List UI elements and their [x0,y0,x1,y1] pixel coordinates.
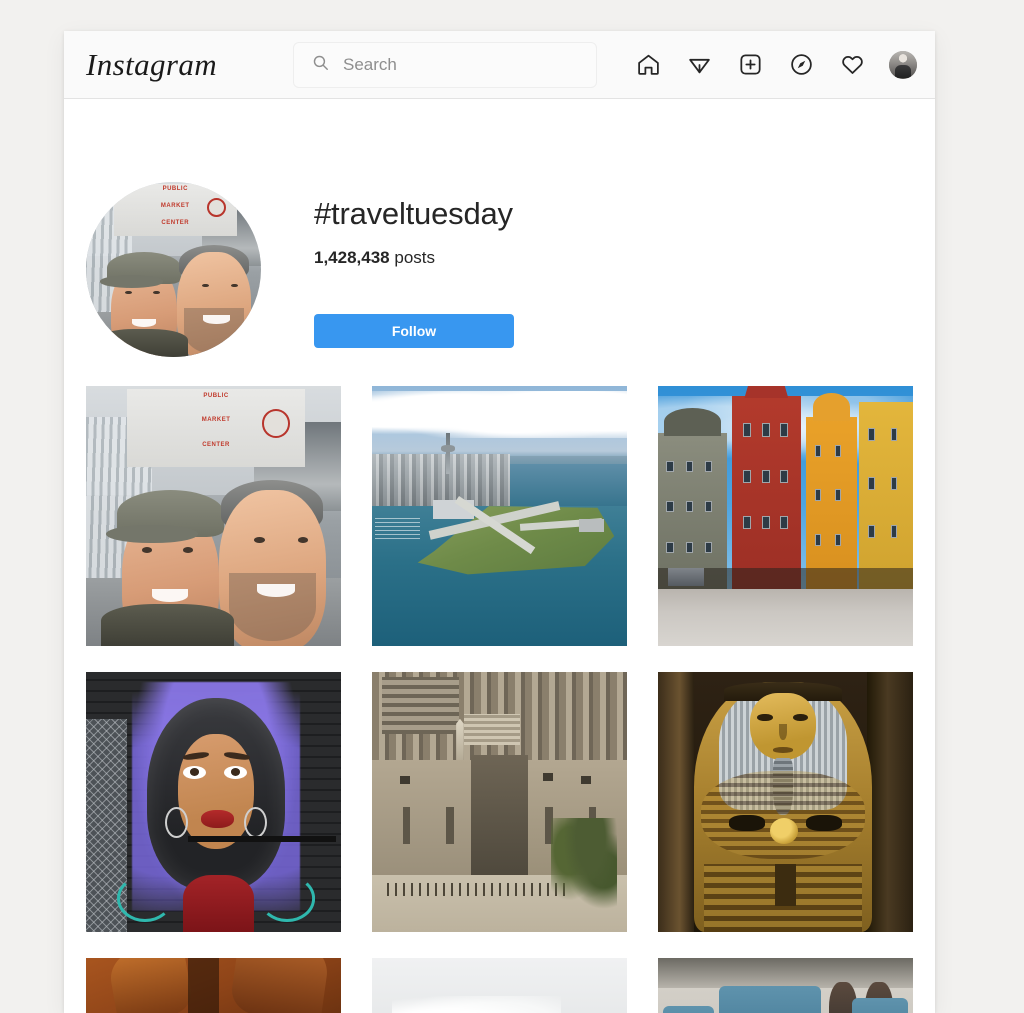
post-aerial-city-island-airport[interactable] [372,386,627,646]
post-photo [86,672,341,932]
instagram-window: Instagram Search PUBLIC MARKET CENTER #t… [64,31,935,1013]
post-photo [372,672,627,932]
post-canyon-rocks[interactable] [86,958,341,1013]
plus-square-icon[interactable] [736,51,764,79]
search-icon [312,54,329,76]
search-placeholder: Search [343,54,397,74]
avatar-silhouette [895,65,911,79]
search-input[interactable]: Search [293,41,597,88]
compass-icon[interactable] [787,51,815,79]
post-luxor-temple[interactable] [372,672,627,932]
page-title: #traveltuesday [314,196,513,231]
post-count-label: posts [394,248,436,268]
home-icon[interactable] [634,51,662,79]
post-clouds-sky[interactable] [372,958,627,1013]
app-header: Instagram Search [64,31,935,99]
post-grid-row-3 [86,958,914,1013]
hashtag-meta: #traveltuesday 1,428,438 posts [314,196,513,268]
profile-avatar-icon[interactable] [889,50,917,79]
post-photo: PUBLIC MARKET CENTER [86,386,341,646]
hashtag-avatar-photo: PUBLIC MARKET CENTER [86,182,261,357]
post-blue-seats-interior[interactable] [658,958,913,1013]
post-count-value: 1,428,438 [314,248,390,268]
post-stockholm-stortorget[interactable] [658,386,913,646]
post-pike-place-selfie[interactable]: PUBLIC MARKET CENTER [86,386,341,646]
post-photo [86,958,341,1013]
post-egyptian-sarcophagus[interactable] [658,672,913,932]
post-count: 1,428,438 posts [314,248,513,268]
post-grid: PUBLIC MARKET CENTER [86,386,914,932]
post-photo [372,958,627,1013]
follow-button[interactable]: Follow [314,314,514,348]
instagram-logo[interactable]: Instagram [86,47,217,83]
heart-icon[interactable] [838,51,866,79]
post-photo [658,672,913,932]
nav-icon-group [634,50,917,79]
post-photo [372,386,627,646]
hashtag-avatar[interactable]: PUBLIC MARKET CENTER [86,182,261,357]
paper-plane-icon[interactable] [685,51,713,79]
post-photo [658,958,913,1013]
hashtag-profile-section: PUBLIC MARKET CENTER #traveltuesday 1,42… [64,99,935,436]
post-photo [658,386,913,646]
post-street-art-mural[interactable] [86,672,341,932]
